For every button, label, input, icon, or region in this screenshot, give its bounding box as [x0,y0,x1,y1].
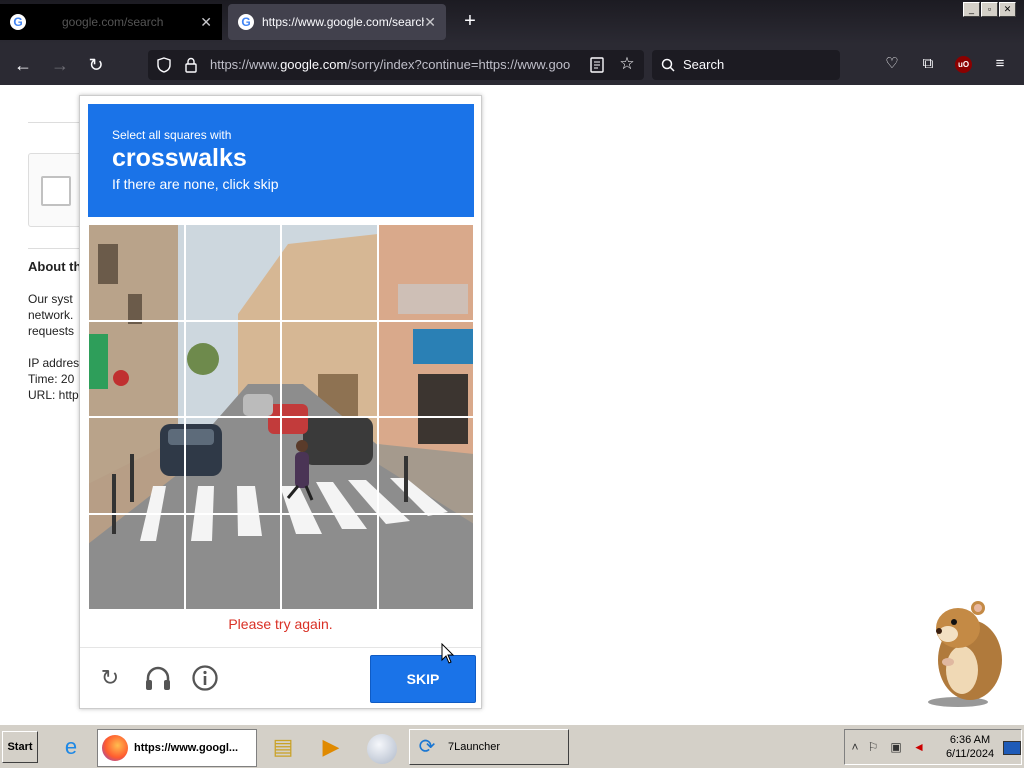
mouse-cursor-icon [441,643,455,664]
tab-inactive[interactable]: G google.com/search ✕ [0,4,222,40]
start-button[interactable]: Start [2,731,38,763]
captcha-tile[interactable] [184,513,281,610]
globe-icon[interactable] [367,734,397,764]
action-center-flag-icon[interactable]: ⚐ [865,739,881,755]
captcha-tile[interactable] [377,224,474,321]
taskbar-item-7launcher[interactable]: ⟳ 7Launcher [409,729,569,765]
taskbar-item-label: 7Launcher [448,741,500,753]
audio-challenge-icon[interactable] [144,664,172,692]
captcha-tile[interactable] [281,417,378,514]
lock-icon[interactable] [184,57,198,73]
clock[interactable]: 6:36 AM 6/11/2024 [939,733,1001,761]
captcha-tile[interactable] [281,513,378,610]
captcha-tile[interactable] [88,224,185,321]
close-window-icon[interactable]: ✕ [999,2,1016,17]
captcha-tile[interactable] [377,513,474,610]
back-icon[interactable]: ← [10,52,36,78]
clock-time: 6:36 AM [949,734,991,746]
taskbar-item-firefox[interactable]: https://www.googl... [97,729,257,767]
captcha-tile[interactable] [88,513,185,610]
file-explorer-icon[interactable]: ▤ [268,732,298,762]
navigation-toolbar: ← → ↻ https://www.google.com/sorry/index… [0,44,1024,85]
tab-strip: G google.com/search ✕ G https://www.goog… [0,0,1024,44]
show-desktop-icon[interactable] [1003,741,1021,755]
minimize-icon[interactable]: _ [963,2,980,17]
captcha-tile[interactable] [281,320,378,417]
url-line: URL: http [28,388,79,402]
captcha-tile[interactable] [377,417,474,514]
error-message: Please try again. [228,616,333,632]
search-icon [661,58,675,72]
google-favicon-icon: G [238,14,254,30]
close-tab-icon[interactable]: ✕ [424,14,436,31]
hint-text: If there are none, click skip [112,176,279,192]
target-object-text: crosswalks [112,144,247,172]
time-line: Time: 20 [28,372,75,386]
forward-icon[interactable]: → [47,52,73,78]
window-controls: _ ▫ ✕ [963,2,1016,17]
ip-address-line: IP addres [28,356,80,370]
about-heading: About th [28,259,82,274]
pocket-icon[interactable]: ♡ [880,52,904,76]
internet-explorer-icon[interactable]: e [56,732,86,762]
captcha-tile[interactable] [88,320,185,417]
captcha-challenge-dialog: Select all squares with crosswalks If th… [79,95,482,709]
image-grid [88,224,474,610]
address-bar[interactable]: https://www.google.com/sorry/index?conti… [148,50,644,80]
google-favicon-icon: G [10,14,26,30]
launcher-icon: ⟳ [418,736,436,758]
recaptcha-checkbox[interactable] [41,176,71,206]
tab-active[interactable]: G https://www.google.com/search?q ✕ [228,4,446,40]
firefox-icon [102,735,128,761]
divider [80,647,481,648]
media-player-icon[interactable]: ▶ [316,732,346,762]
search-placeholder: Search [683,57,725,72]
tab-label: https://www.google.com/search?q [262,15,425,29]
bookmark-star-icon[interactable]: ☆ [616,53,638,75]
body-line: requests [28,324,75,338]
captcha-tile[interactable] [88,417,185,514]
taskbar: Start e https://www.googl... ▤ ▶ ⟳ 7Laun… [0,723,1024,768]
clock-date: 6/11/2024 [945,748,995,760]
tracking-shield-icon[interactable] [156,57,172,73]
show-hidden-icons-icon[interactable]: ˄ [847,739,863,755]
new-tab-button[interactable]: + [459,10,481,32]
close-tab-icon[interactable]: ✕ [200,14,212,31]
body-line: Our syst [28,292,73,306]
system-tray: ˄ ⚐ ▣ ◄ 6:36 AM 6/11/2024 [844,729,1022,765]
search-bar[interactable]: Search [652,50,840,80]
taskbar-item-label: https://www.googl... [134,742,239,754]
restore-icon[interactable]: ▫ [981,2,998,17]
captcha-tile[interactable] [377,320,474,417]
reload-challenge-icon[interactable]: ↻ [95,663,125,693]
ublock-icon[interactable]: uO [955,56,972,73]
captcha-tile[interactable] [184,417,281,514]
network-icon[interactable]: ▣ [888,739,904,755]
captcha-tile[interactable] [281,224,378,321]
tab-label: google.com/search [62,15,164,29]
reload-icon[interactable]: ↻ [83,52,109,78]
reader-view-icon[interactable] [590,57,604,73]
menu-icon[interactable]: ≡ [988,52,1012,76]
captcha-tile[interactable] [184,224,281,321]
challenge-header: Select all squares with crosswalks If th… [88,104,474,217]
extensions-icon[interactable]: ⧉ [916,52,940,76]
captcha-tile[interactable] [184,320,281,417]
skip-button[interactable]: SKIP [370,655,476,703]
hamster-mascot[interactable] [918,598,1008,710]
url-text[interactable]: https://www.google.com/sorry/index?conti… [210,57,582,72]
info-icon[interactable] [191,664,219,692]
body-line: network. [28,308,74,322]
instruction-text: Select all squares with [112,128,232,142]
volume-muted-icon[interactable]: ◄ [911,739,927,755]
